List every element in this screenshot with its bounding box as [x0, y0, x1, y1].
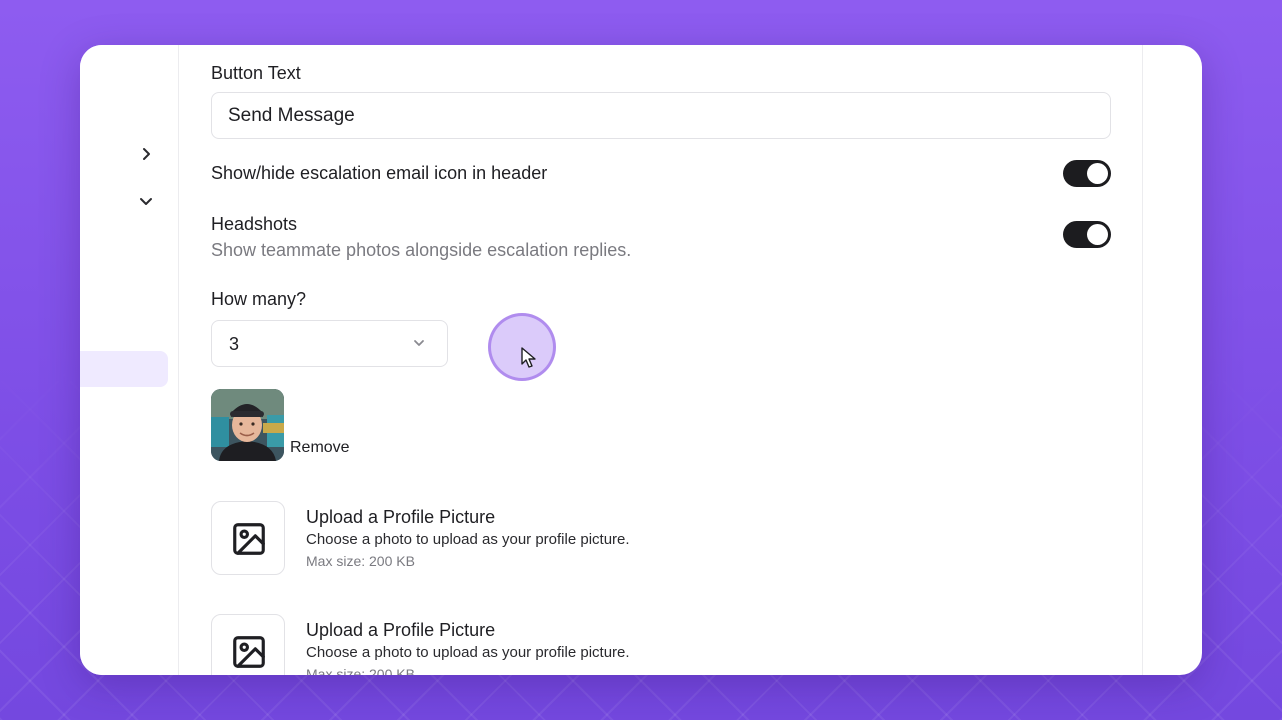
- upload-profile-picture-button-1[interactable]: [211, 501, 285, 575]
- app-window: Button Text Send Message Show/hide escal…: [80, 45, 1202, 675]
- headshots-label: Headshots: [211, 214, 298, 234]
- sidebar: [80, 45, 179, 675]
- headshots-toggle[interactable]: [1063, 221, 1111, 248]
- upload-description: Choose a photo to upload as your profile…: [306, 644, 630, 661]
- upload-max-size: Max size: 200 KB: [306, 666, 415, 675]
- headshots-description: Show teammate photos alongside escalatio…: [211, 240, 632, 260]
- toggle-knob: [1087, 163, 1108, 184]
- chevron-right-icon[interactable]: [138, 146, 154, 162]
- sidebar-selected-item[interactable]: [80, 351, 168, 387]
- upload-title: Upload a Profile Picture: [306, 620, 496, 640]
- mouse-pointer-icon: [521, 347, 537, 369]
- teammate-headshot: [211, 389, 284, 461]
- right-panel: [1142, 45, 1202, 675]
- image-icon: [233, 523, 265, 555]
- button-text-input[interactable]: Send Message: [211, 92, 1111, 139]
- image-icon: [233, 636, 265, 668]
- how-many-select[interactable]: 3: [211, 320, 448, 367]
- chevron-down-icon[interactable]: [138, 193, 154, 209]
- escalation-icon-toggle[interactable]: [1063, 160, 1111, 187]
- upload-title: Upload a Profile Picture: [306, 507, 496, 527]
- remove-headshot-link[interactable]: Remove: [290, 439, 350, 457]
- chevron-down-icon: [412, 336, 426, 350]
- upload-max-size: Max size: 200 KB: [306, 553, 415, 569]
- escalation-icon-label: Show/hide escalation email icon in heade…: [211, 163, 548, 183]
- upload-profile-picture-button-2[interactable]: [211, 614, 285, 675]
- button-text-label: Button Text: [211, 63, 301, 83]
- toggle-knob: [1087, 224, 1108, 245]
- settings-form: Button Text Send Message Show/hide escal…: [211, 45, 1111, 675]
- how-many-label: How many?: [211, 289, 307, 309]
- upload-description: Choose a photo to upload as your profile…: [306, 531, 630, 548]
- how-many-value: 3: [229, 334, 240, 354]
